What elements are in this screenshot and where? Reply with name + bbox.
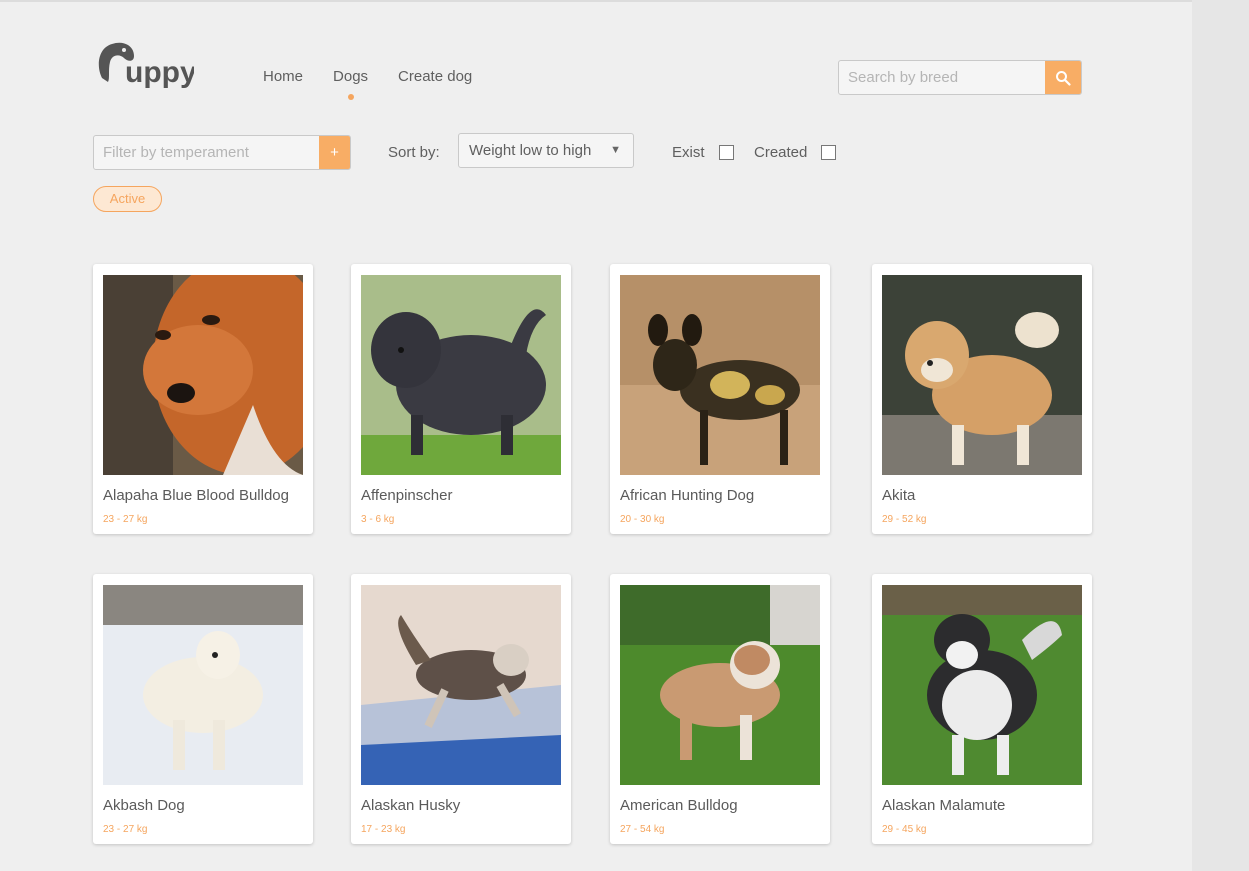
dog-name: Alapaha Blue Blood Bulldog xyxy=(103,487,289,504)
dog-photo xyxy=(361,275,561,475)
dog-card[interactable]: Akbash Dog 23 - 27 kg xyxy=(93,574,313,844)
exist-checkbox-group: Exist xyxy=(672,144,734,161)
dog-photo xyxy=(103,275,303,475)
dog-weight: 17 - 23 kg xyxy=(361,824,406,835)
dog-photo xyxy=(361,585,561,785)
search-box xyxy=(838,60,1082,95)
dog-weight: 23 - 27 kg xyxy=(103,824,148,835)
dog-name: American Bulldog xyxy=(620,797,738,814)
temperament-input[interactable] xyxy=(94,136,319,169)
dog-name: Alaskan Malamute xyxy=(882,797,1006,814)
puppy-logo[interactable]: uppy xyxy=(94,38,194,90)
search-button[interactable] xyxy=(1045,61,1081,94)
dog-photo xyxy=(882,585,1082,785)
dog-photo xyxy=(620,275,820,475)
nav-dogs[interactable]: Dogs xyxy=(333,68,368,100)
dog-card[interactable]: Alaskan Malamute 29 - 45 kg xyxy=(872,574,1092,844)
nav-home[interactable]: Home xyxy=(263,68,303,85)
dog-name: Alaskan Husky xyxy=(361,797,461,814)
sort-select[interactable]: Weight low to high ▼ xyxy=(458,133,634,168)
dog-photo xyxy=(620,585,820,785)
dog-weight: 20 - 30 kg xyxy=(620,514,665,525)
sort-selected-value: Weight low to high xyxy=(469,142,592,159)
dog-card[interactable]: Alapaha Blue Blood Bulldog 23 - 27 kg xyxy=(93,264,313,534)
svg-text:uppy: uppy xyxy=(125,56,194,89)
dog-name: African Hunting Dog xyxy=(620,487,755,504)
dog-card[interactable]: Akita 29 - 52 kg xyxy=(872,264,1092,534)
dog-card[interactable]: African Hunting Dog 20 - 30 kg xyxy=(610,264,830,534)
dog-card[interactable]: American Bulldog 27 - 54 kg xyxy=(610,574,830,844)
dog-weight: 27 - 54 kg xyxy=(620,824,665,835)
dog-name: Affenpinscher xyxy=(361,487,453,504)
sort-label: Sort by: xyxy=(388,144,440,161)
nav-create-dog[interactable]: Create dog xyxy=(398,68,472,85)
dog-photo xyxy=(882,275,1082,475)
dog-name: Akbash Dog xyxy=(103,797,185,814)
temperament-filter: + xyxy=(93,135,351,170)
dog-card[interactable]: Affenpinscher 3 - 6 kg xyxy=(351,264,571,534)
exist-label: Exist xyxy=(672,144,705,161)
active-filter-chip[interactable]: Active xyxy=(93,186,162,212)
created-checkbox-group: Created xyxy=(754,144,837,161)
main-nav: Home Dogs Create dog xyxy=(263,68,502,100)
dropdown-arrow-icon: ▼ xyxy=(610,144,621,156)
dog-photo xyxy=(103,585,303,785)
created-checkbox[interactable] xyxy=(821,145,837,160)
exist-checkbox[interactable] xyxy=(718,145,734,160)
add-temperament-button[interactable]: + xyxy=(319,136,350,169)
created-label: Created xyxy=(754,144,808,161)
dog-weight: 3 - 6 kg xyxy=(361,514,395,525)
page: uppy Home Dogs Create dog + Sort by: Wei… xyxy=(0,0,1192,871)
dog-weight: 23 - 27 kg xyxy=(103,514,148,525)
dog-card[interactable]: Alaskan Husky 17 - 23 kg xyxy=(351,574,571,844)
dog-name: Akita xyxy=(882,487,916,504)
search-icon xyxy=(1056,70,1071,86)
dog-weight: 29 - 45 kg xyxy=(882,824,927,835)
dog-weight: 29 - 52 kg xyxy=(882,514,927,525)
search-input[interactable] xyxy=(839,61,1045,94)
